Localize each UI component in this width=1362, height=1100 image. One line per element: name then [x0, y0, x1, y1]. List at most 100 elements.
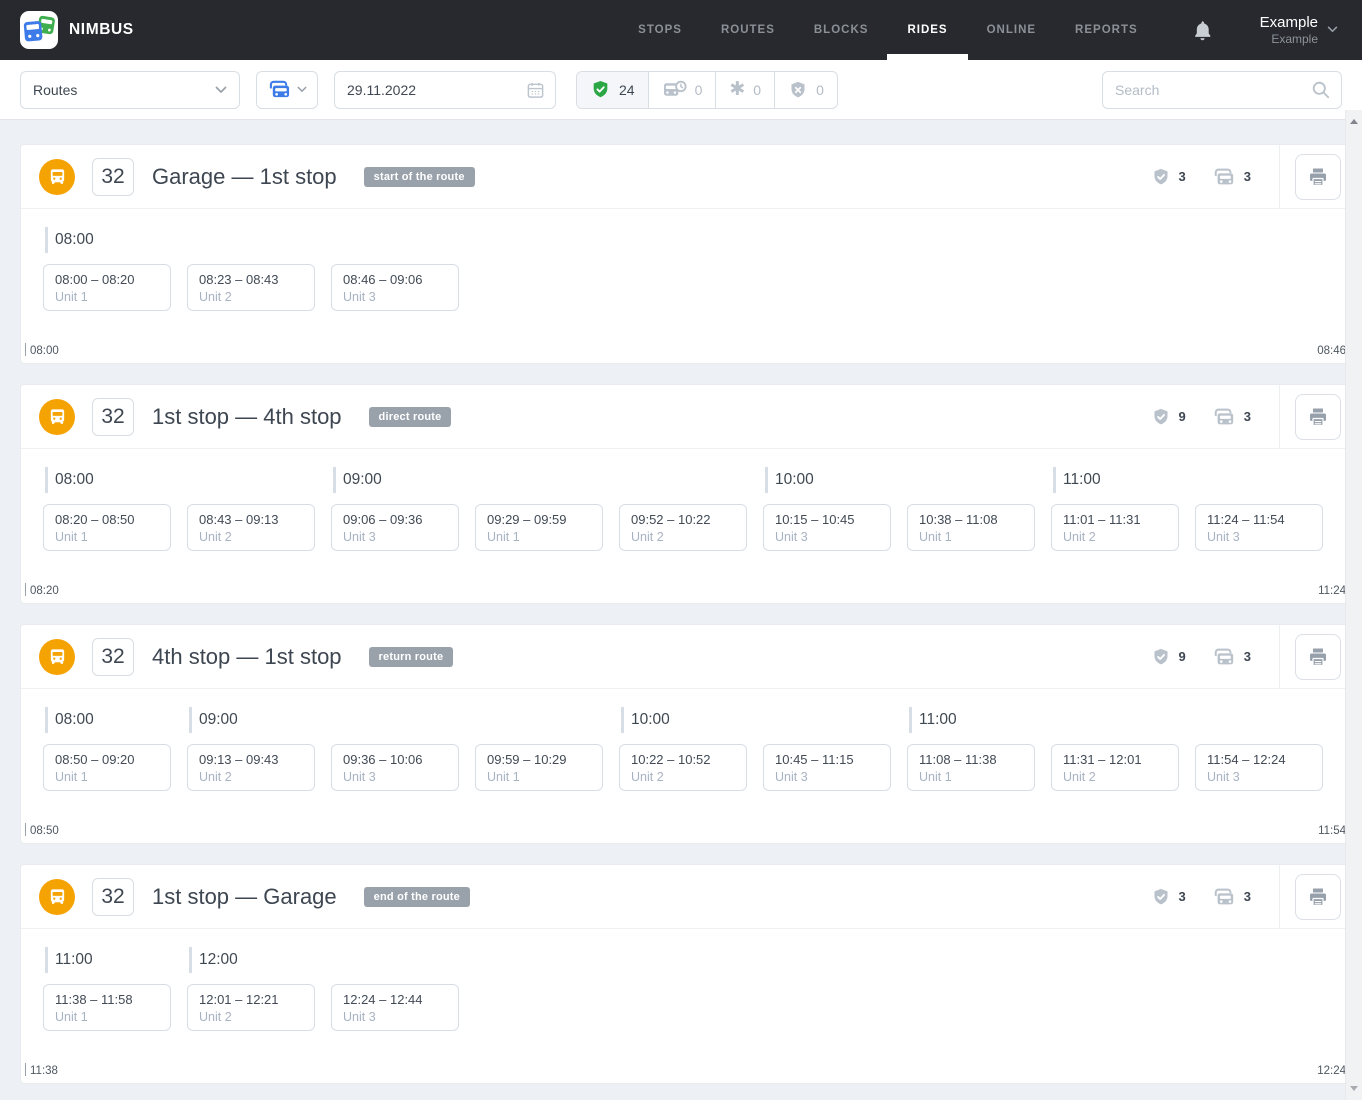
hour-group: 08:00 08:00 – 08:20 Unit 1 08:23 – 08:43… [43, 227, 459, 311]
ride-card[interactable]: 08:43 – 09:13 Unit 2 [187, 504, 315, 551]
nav-item-rides[interactable]: RIDES [887, 0, 968, 60]
ride-unit: Unit 3 [343, 770, 376, 784]
ride-card[interactable]: 10:22 – 10:52 Unit 2 [619, 744, 747, 791]
ride-card[interactable]: 08:23 – 08:43 Unit 2 [187, 264, 315, 311]
ride-card[interactable]: 11:38 – 11:58 Unit 1 [43, 984, 171, 1031]
printer-icon [1310, 168, 1326, 186]
section-start-time: 11:38 [25, 1063, 58, 1077]
ride-unit: Unit 2 [199, 770, 232, 784]
bus-fleet-icon [1212, 886, 1236, 908]
ride-card[interactable]: 09:52 – 10:22 Unit 2 [619, 504, 747, 551]
vehicles-count: 3 [1243, 169, 1251, 184]
ride-time: 08:20 – 08:50 [55, 512, 135, 527]
printer-icon [1310, 888, 1326, 906]
hour-label: 10:00 [621, 707, 891, 733]
ride-card[interactable]: 10:45 – 11:15 Unit 3 [763, 744, 891, 791]
ride-time: 08:23 – 08:43 [199, 272, 279, 287]
ride-card[interactable]: 09:13 – 09:43 Unit 2 [187, 744, 315, 791]
ride-card[interactable]: 11:31 – 12:01 Unit 2 [1051, 744, 1179, 791]
status-count: 0 [694, 81, 703, 98]
shield-check-icon [590, 79, 611, 100]
ride-card[interactable]: 08:20 – 08:50 Unit 1 [43, 504, 171, 551]
bus-fleet-icon [267, 78, 292, 101]
user-subtitle: Example [1271, 31, 1318, 46]
ride-card[interactable]: 09:06 – 09:36 Unit 3 [331, 504, 459, 551]
vehicles-count: 3 [1243, 889, 1251, 904]
ride-card[interactable]: 11:24 – 11:54 Unit 3 [1195, 504, 1323, 551]
hour-label: 10:00 [765, 467, 1035, 493]
section-title: 1st stop — Garage [152, 883, 337, 909]
ride-time: 11:54 – 12:24 [1207, 752, 1286, 767]
hour-group: 08:00 08:50 – 09:20 Unit 1 [43, 707, 171, 791]
nav-item-reports[interactable]: REPORTS [1075, 0, 1138, 60]
ride-card[interactable]: 12:01 – 12:21 Unit 2 [187, 984, 315, 1031]
ride-card[interactable]: 09:36 – 10:06 Unit 3 [331, 744, 459, 791]
vehicle-filter-select[interactable] [256, 70, 318, 109]
section-time-range: 11:38 12:24 [25, 1063, 1351, 1077]
nav-item-stops[interactable]: STOPS [638, 0, 682, 60]
section-body: 08:00 08:50 – 09:20 Unit 1 09:00 09:13 –… [21, 689, 1356, 844]
ride-card[interactable]: 08:00 – 08:20 Unit 1 [43, 264, 171, 311]
ride-unit: Unit 3 [1207, 770, 1240, 784]
brand-name: NIMBUS [69, 21, 134, 38]
ride-card[interactable]: 11:54 – 12:24 Unit 3 [1195, 744, 1323, 791]
vertical-scrollbar[interactable] [1345, 110, 1362, 1100]
print-button[interactable] [1295, 873, 1341, 920]
status-filter-group: 24 0 ✱ 0 0 [576, 70, 838, 109]
print-button[interactable] [1295, 393, 1341, 440]
ride-unit: Unit 3 [775, 770, 808, 784]
app-logo-icon [20, 11, 58, 49]
ride-card[interactable]: 11:01 – 11:31 Unit 2 [1051, 504, 1179, 551]
ride-card[interactable]: 12:24 – 12:44 Unit 3 [331, 984, 459, 1031]
ride-unit: Unit 2 [1063, 770, 1096, 784]
bus-fleet-icon [1212, 646, 1236, 668]
ride-unit: Unit 1 [55, 290, 88, 304]
nav-item-blocks[interactable]: BLOCKS [814, 0, 869, 60]
rides-count: 9 [1178, 409, 1186, 424]
ride-card[interactable]: 08:46 – 09:06 Unit 3 [331, 264, 459, 311]
ride-unit: Unit 3 [343, 530, 376, 544]
shield-x-icon [788, 80, 808, 100]
filter-bar: Routes 29.11.2022 24 0 ✱ 0 0 Search [0, 60, 1362, 120]
ride-time: 09:52 – 10:22 [631, 512, 711, 527]
ride-card[interactable]: 10:38 – 11:08 Unit 1 [907, 504, 1035, 551]
section-start-time: 08:50 [25, 823, 59, 837]
date-input[interactable] [334, 70, 556, 109]
ride-time: 10:38 – 11:08 [919, 512, 998, 527]
section-body: 08:00 08:20 – 08:50 Unit 1 08:43 – 09:13… [21, 449, 1356, 604]
hour-label: 08:00 [45, 467, 315, 493]
status-special-filter[interactable]: ✱ 0 [716, 71, 776, 108]
ride-card[interactable]: 09:59 – 10:29 Unit 1 [475, 744, 603, 791]
status-canceled-filter[interactable]: 0 [775, 72, 837, 108]
print-button[interactable] [1295, 153, 1341, 200]
nav-item-routes[interactable]: ROUTES [721, 0, 775, 60]
print-button[interactable] [1295, 633, 1341, 680]
ride-unit: Unit 2 [631, 530, 664, 544]
ride-card[interactable]: 10:15 – 10:45 Unit 3 [763, 504, 891, 551]
section-title: 4th stop — 1st stop [152, 643, 342, 669]
ride-card[interactable]: 11:08 – 11:38 Unit 1 [907, 744, 1035, 791]
status-ok-filter[interactable]: 24 [577, 71, 649, 108]
ride-time: 08:43 – 09:13 [199, 512, 279, 527]
ride-time: 08:00 – 08:20 [55, 272, 135, 287]
section-time-range: 08:20 11:24 [25, 583, 1351, 597]
chevron-down-icon [1327, 26, 1338, 33]
notifications-bell-icon[interactable] [1193, 20, 1212, 41]
ride-card[interactable]: 08:50 – 09:20 Unit 1 [43, 744, 171, 791]
ride-card[interactable]: 09:29 – 09:59 Unit 1 [475, 504, 603, 551]
scroll-down-arrow[interactable] [1350, 1086, 1358, 1091]
route-filter-select[interactable]: Routes [20, 70, 240, 109]
ride-unit: Unit 3 [775, 530, 808, 544]
user-menu[interactable]: Example Example [1260, 14, 1338, 46]
divider [1279, 384, 1280, 449]
ride-time: 09:36 – 10:06 [343, 752, 423, 767]
status-delayed-filter[interactable]: 0 [649, 71, 717, 108]
divider [1279, 864, 1280, 929]
search-input[interactable] [1102, 70, 1342, 109]
scroll-up-arrow[interactable] [1350, 119, 1358, 124]
nav-item-online[interactable]: ONLINE [987, 0, 1036, 60]
hour-label: 08:00 [45, 707, 171, 733]
bus-icon [39, 878, 75, 915]
route-section: 32 1st stop — Garage end of the route 3 [20, 864, 1357, 1084]
section-header: 32 Garage — 1st stop start of the route … [21, 144, 1356, 209]
